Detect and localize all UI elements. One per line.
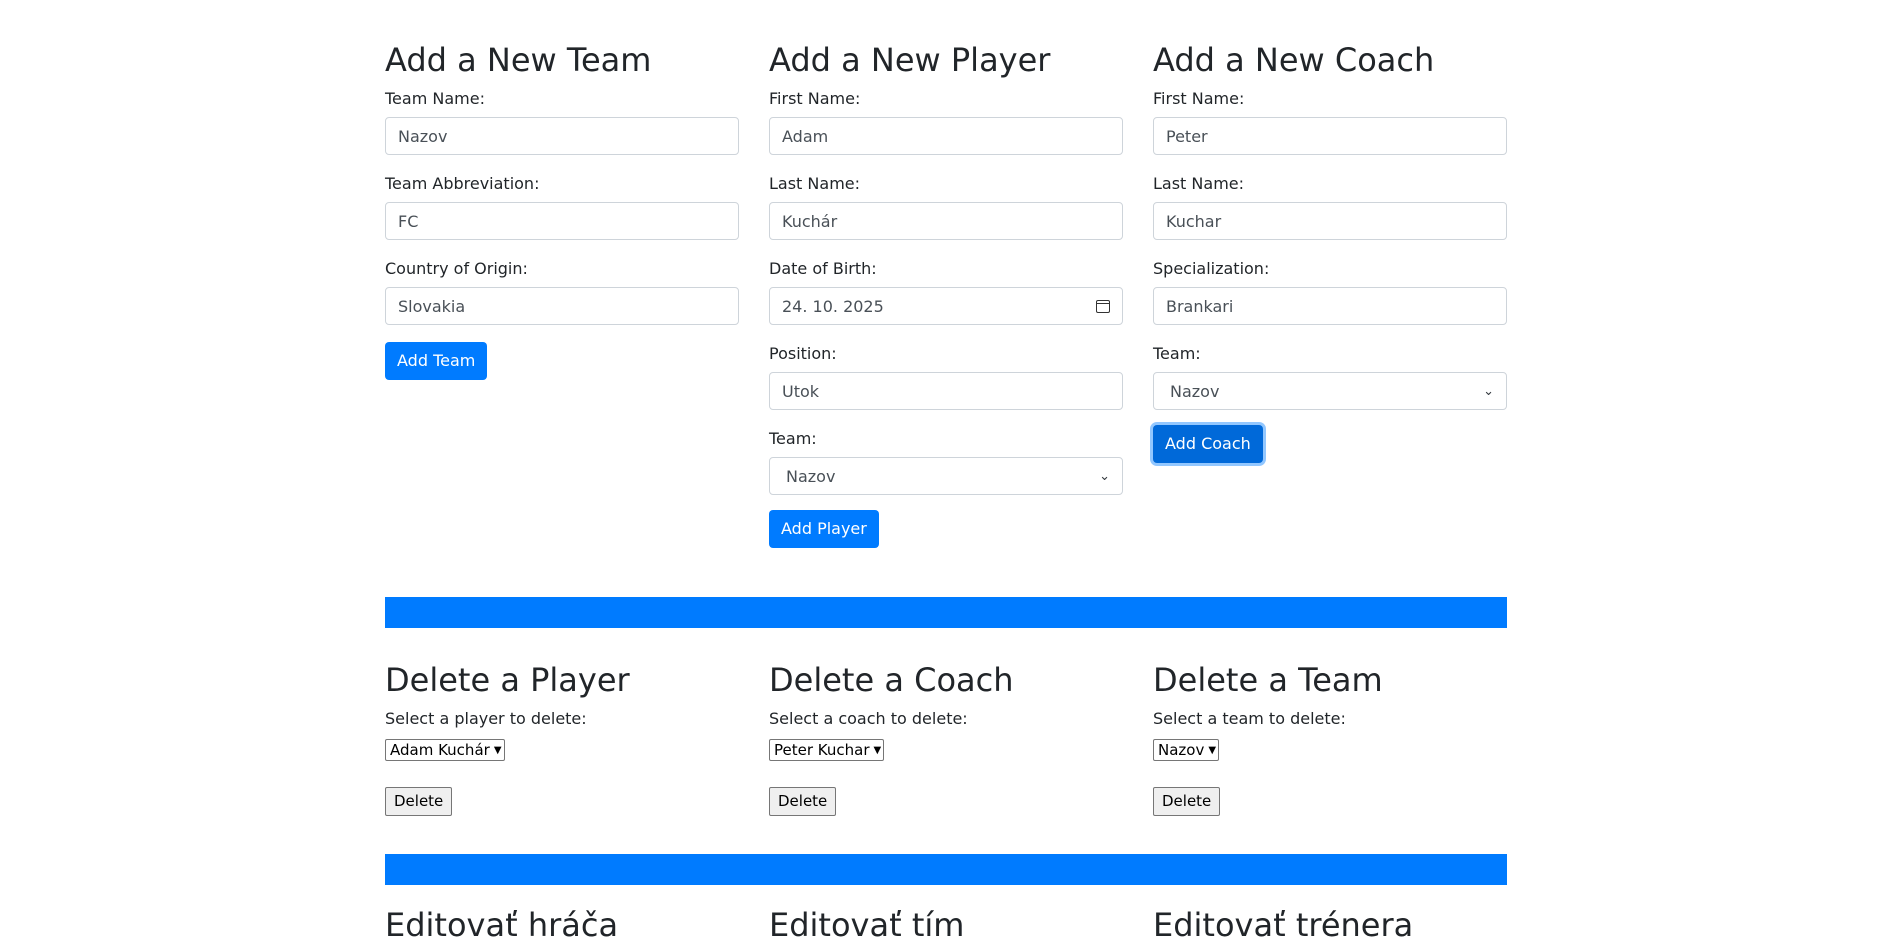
team-abbreviation-label: Team Abbreviation: [385, 174, 540, 194]
add-coach-title: Add a New Coach [1153, 41, 1435, 79]
coach-team-label: Team: [1153, 344, 1201, 364]
add-player-button[interactable]: Add Player [769, 510, 879, 549]
coach-last-name-input[interactable]: Kuchar [1153, 202, 1507, 241]
delete-team-label: Select a team to delete: [1153, 709, 1346, 729]
date-of-birth-label: Date of Birth: [769, 259, 877, 279]
specialization-input[interactable]: Brankari [1153, 287, 1507, 326]
delete-player-label: Select a player to delete: [385, 709, 587, 729]
add-player-title: Add a New Player [769, 41, 1051, 79]
delete-team-title: Delete a Team [1153, 661, 1383, 699]
player-first-name-label: First Name: [769, 89, 861, 109]
delete-player-title: Delete a Player [385, 661, 630, 699]
add-team-title: Add a New Team [385, 41, 652, 79]
chevron-down-icon: ▼ [493, 744, 502, 756]
player-team-label: Team: [769, 429, 817, 449]
delete-coach-title: Delete a Coach [769, 661, 1014, 699]
player-first-name-input[interactable]: Adam [769, 117, 1123, 156]
calendar-icon[interactable] [1096, 299, 1110, 313]
delete-coach-button[interactable]: Delete [769, 787, 837, 817]
delete-coach-select[interactable]: Peter Kuchar ▼ [769, 739, 885, 762]
player-last-name-input[interactable]: Kuchár [769, 202, 1123, 241]
section-divider [385, 597, 1507, 628]
add-team-button[interactable]: Add Team [385, 342, 488, 381]
edit-coach-title: Editovať trénera [1153, 906, 1414, 944]
add-coach-button[interactable]: Add Coach [1153, 425, 1263, 464]
delete-coach-label: Select a coach to delete: [769, 709, 968, 729]
player-team-select[interactable]: Nazov ⌄ [769, 457, 1123, 496]
chevron-down-icon: ▼ [873, 744, 882, 756]
team-name-input[interactable]: Nazov [385, 117, 739, 156]
delete-player-select[interactable]: Adam Kuchár ▼ [385, 739, 505, 762]
country-label: Country of Origin: [385, 259, 528, 279]
player-last-name-label: Last Name: [769, 174, 861, 194]
chevron-down-icon: ⌄ [1483, 383, 1494, 399]
country-input[interactable]: Slovakia [385, 287, 739, 326]
coach-team-select[interactable]: Nazov ⌄ [1153, 372, 1507, 411]
edit-player-title: Editovať hráča [385, 906, 619, 944]
delete-player-button[interactable]: Delete [385, 787, 453, 817]
delete-team-form: Delete a Team Select a team to delete: N… [1153, 661, 1507, 817]
coach-first-name-label: First Name: [1153, 89, 1245, 109]
chevron-down-icon: ▼ [1208, 744, 1217, 756]
delete-team-button[interactable]: Delete [1153, 787, 1221, 817]
team-abbreviation-input[interactable]: FC [385, 202, 739, 241]
delete-player-form: Delete a Player Select a player to delet… [385, 661, 739, 817]
date-of-birth-input[interactable]: 24. 10. 2025 [769, 287, 1123, 326]
team-name-label: Team Name: [385, 89, 485, 109]
chevron-down-icon: ⌄ [1099, 468, 1110, 484]
add-team-form: Add a New Team Team Name: Nazov Team Abb… [385, 41, 739, 548]
delete-forms-row: Delete a Player Select a player to delet… [385, 661, 1507, 817]
specialization-label: Specialization: [1153, 259, 1270, 279]
position-label: Position: [769, 344, 837, 364]
edit-team-title: Editovať tím [769, 906, 965, 944]
coach-first-name-input[interactable]: Peter [1153, 117, 1507, 156]
delete-team-select[interactable]: Nazov ▼ [1153, 739, 1220, 762]
section-divider [385, 854, 1507, 885]
position-input[interactable]: Utok [769, 372, 1123, 411]
add-player-form: Add a New Player First Name: Adam Last N… [769, 41, 1123, 549]
add-forms-row: Add a New Team Team Name: Nazov Team Abb… [385, 41, 1507, 549]
add-coach-form: Add a New Coach First Name: Peter Last N… [1153, 41, 1507, 548]
delete-coach-form: Delete a Coach Select a coach to delete:… [769, 661, 1123, 817]
coach-last-name-label: Last Name: [1153, 174, 1245, 194]
edit-forms-row: Editovať hráča Editovať tím Editovať tré… [385, 906, 1507, 944]
